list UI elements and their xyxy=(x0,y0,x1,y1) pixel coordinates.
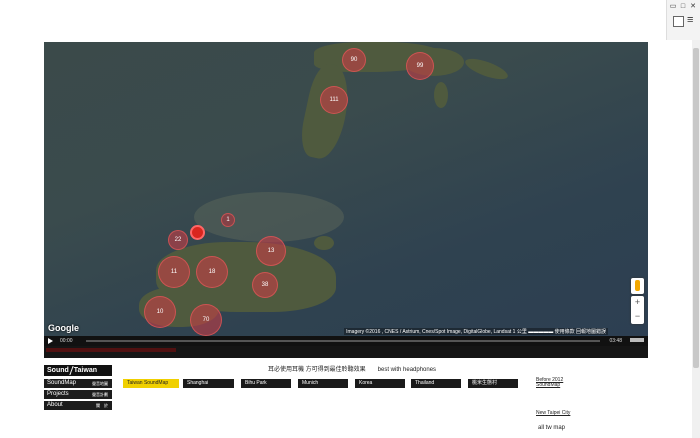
minimize-button[interactable]: ▭ xyxy=(668,3,678,11)
nav-label-zh: 聲音地圖 xyxy=(92,381,108,386)
tab-munich[interactable]: Munich xyxy=(298,379,348,388)
seek-bar[interactable] xyxy=(86,340,600,342)
satellite-map[interactable]: 90 99 111 1 22 13 11 18 38 10 70 Google … xyxy=(44,42,648,336)
zoom-out-button[interactable]: − xyxy=(631,310,644,324)
map-marker[interactable]: 18 xyxy=(196,256,228,288)
tab-taomi-eco-village[interactable]: 桃米生態村 xyxy=(468,379,518,388)
all-tw-map-link[interactable]: all tw map xyxy=(538,425,565,431)
map-marker[interactable]: 38 xyxy=(252,272,278,298)
audio-player: 00:00 03:48 xyxy=(44,336,648,346)
headphones-notice-zh: 耳必使用耳機 方可得到最佳聆聽效果 xyxy=(268,367,366,373)
headphones-notice-en: best with headphones xyxy=(377,367,437,373)
logo-sound: Sound xyxy=(47,367,69,374)
current-time: 00:00 xyxy=(60,338,73,344)
map-marker[interactable]: 1 xyxy=(221,213,235,227)
tab-thailand[interactable]: Thailand xyxy=(411,379,461,388)
menu-icon[interactable]: ≡ xyxy=(687,15,693,26)
track-info-bar xyxy=(44,346,648,358)
islet-north-far xyxy=(462,54,511,84)
zoom-in-button[interactable]: + xyxy=(631,296,644,310)
before-2012-soundmap-link[interactable]: Before 2012 SoundMap xyxy=(536,378,576,388)
scrollbar-thumb[interactable] xyxy=(693,48,699,368)
logo-slash xyxy=(69,365,74,375)
nav-projects[interactable]: Projects 聲音計劃 xyxy=(44,390,112,399)
islet-south-east xyxy=(314,236,334,250)
nav-soundmap[interactable]: SoundMap 聲音地圖 xyxy=(44,379,112,388)
nav-about[interactable]: About 關 於 xyxy=(44,401,112,410)
map-marker[interactable]: 90 xyxy=(342,48,366,72)
nav-label: Projects xyxy=(47,391,69,397)
nav-label: SoundMap xyxy=(47,380,77,386)
close-button[interactable]: ✕ xyxy=(688,3,698,11)
tab-bihu-park[interactable]: Bihu Park xyxy=(241,379,291,388)
map-marker[interactable]: 13 xyxy=(256,236,286,266)
tab-korea[interactable]: Korea xyxy=(355,379,405,388)
maximize-button[interactable]: □ xyxy=(678,3,688,11)
browser-controls: ▭ □ ✕ ≡ xyxy=(666,0,700,40)
duration: 03:48 xyxy=(609,338,622,344)
map-attribution[interactable]: Imagery ©2016 , CNES / Astrium, Cnes/Spo… xyxy=(344,328,608,335)
map-marker[interactable]: 10 xyxy=(144,296,176,328)
volume-slider[interactable] xyxy=(630,338,644,342)
islet-north-hook xyxy=(434,82,448,108)
tab-shanghai[interactable]: Shanghai xyxy=(183,379,234,388)
track-title-faded xyxy=(46,348,176,352)
nav-label-zh: 聲音計劃 xyxy=(92,392,108,397)
map-marker[interactable]: 11 xyxy=(158,256,190,288)
new-taipei-city-link[interactable]: New Taipei City xyxy=(536,410,570,416)
nav-label-zh: 關 於 xyxy=(96,403,108,408)
logo-taiwan: Taiwan xyxy=(73,367,97,374)
map-marker[interactable]: 70 xyxy=(190,304,222,336)
play-icon[interactable] xyxy=(48,338,53,344)
street-view-pegman-icon[interactable] xyxy=(631,278,644,294)
headphones-notice: 耳必使用耳機 方可得到最佳聆聽效果 best with headphones xyxy=(268,364,436,373)
map-marker[interactable]: 99 xyxy=(406,52,434,80)
google-logo: Google xyxy=(48,323,79,333)
page-icon[interactable] xyxy=(673,16,684,27)
zoom-control: + − xyxy=(631,296,644,324)
nav-label: About xyxy=(47,402,63,408)
map-marker[interactable]: 22 xyxy=(168,230,188,250)
tab-taiwan-soundmap[interactable]: Taiwan SoundMap xyxy=(123,379,179,388)
selected-marker[interactable] xyxy=(190,225,205,240)
map-marker[interactable]: 111 xyxy=(320,86,348,114)
site-logo[interactable]: Sound Taiwan xyxy=(44,365,112,376)
shoal-area xyxy=(194,192,344,242)
page-scrollbar[interactable] xyxy=(692,40,700,438)
